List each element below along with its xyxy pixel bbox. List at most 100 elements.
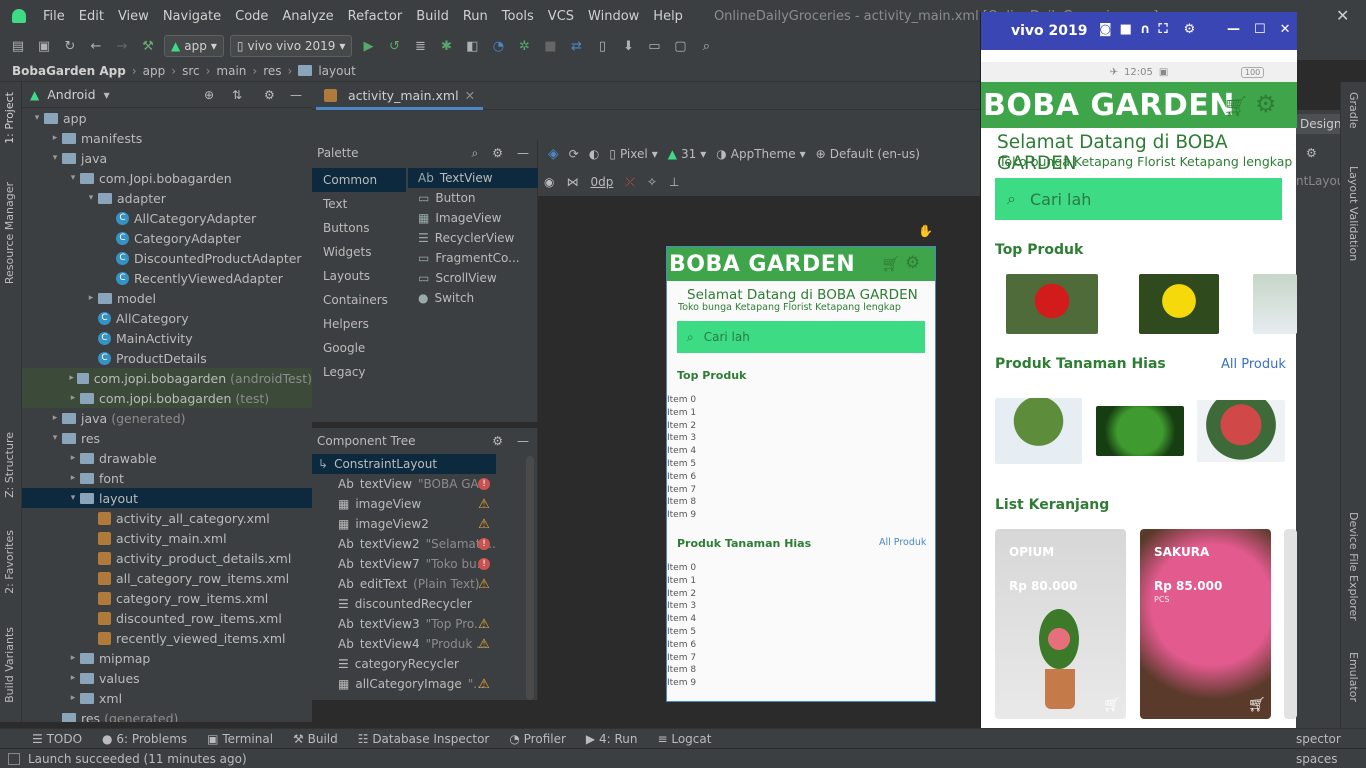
top-product-image[interactable]: [1253, 274, 1297, 334]
component-row[interactable]: Ab textView2 "Selamat ...: [312, 534, 496, 554]
tree-item[interactable]: ▾ java: [22, 148, 312, 168]
tree-item[interactable]: ▸ com.jopi.bobagarden (test): [22, 388, 312, 408]
expand-arrow-icon[interactable]: ▾: [48, 153, 62, 163]
tree-item[interactable]: ▸ xml: [22, 688, 312, 708]
cart-icon[interactable]: 🛒︎: [1223, 94, 1248, 118]
expand-arrow-icon[interactable]: ▾: [30, 113, 44, 123]
breadcrumb-item[interactable]: BobaGarden App: [12, 64, 126, 78]
collapse-all-icon[interactable]: ⇅: [232, 88, 242, 102]
tree-item[interactable]: recently_viewed_items.xml: [22, 628, 312, 648]
gear-icon[interactable]: ⚙: [1306, 146, 1317, 160]
expand-arrow-icon[interactable]: ▾: [84, 193, 98, 203]
error-icon[interactable]: !: [478, 558, 490, 570]
menu-window[interactable]: Window: [581, 9, 646, 24]
add-to-cart-icon[interactable]: 🛒︎: [1248, 697, 1266, 713]
attach-debugger-icon[interactable]: ◧: [462, 36, 482, 56]
palette-item[interactable]: ▭ Button: [408, 188, 538, 208]
layout-inspector-tab[interactable]: spector: [1296, 732, 1341, 746]
layout-inspector-icon[interactable]: ▢: [670, 36, 690, 56]
layout-validation-tab[interactable]: Layout Validation: [1347, 166, 1360, 261]
menu-run[interactable]: Run: [456, 9, 495, 24]
tab-activity-main[interactable]: activity_main.xml ✕: [316, 84, 484, 110]
apply-changes-icon[interactable]: ↺: [384, 36, 404, 56]
close-icon[interactable]: ✕: [465, 88, 475, 103]
component-row[interactable]: ▦ imageView2: [312, 514, 496, 534]
menu-build[interactable]: Build: [409, 9, 456, 24]
tool-database-inspector[interactable]: ☷ Database Inspector: [358, 732, 490, 746]
breadcrumb-item[interactable]: main: [216, 64, 246, 78]
project-tool-tab[interactable]: 1: Project: [3, 92, 16, 144]
orientation-icon[interactable]: ⟳: [569, 147, 579, 161]
palette-category[interactable]: Legacy: [312, 360, 406, 384]
menu-help[interactable]: Help: [646, 9, 690, 24]
warning-icon[interactable]: ⚠: [478, 617, 490, 632]
expand-arrow-icon[interactable]: ▾: [48, 433, 62, 443]
indent-status[interactable]: spaces: [1296, 752, 1337, 766]
camera-icon[interactable]: ◙: [1099, 22, 1112, 37]
tree-item[interactable]: C CategoryAdapter: [22, 228, 312, 248]
locate-icon[interactable]: ⊕: [204, 88, 214, 102]
align-icon[interactable]: ⊥: [669, 175, 679, 189]
eye-icon[interactable]: ◉: [544, 175, 554, 189]
expand-arrow-icon[interactable]: ▸: [66, 393, 80, 403]
error-icon[interactable]: !: [478, 478, 490, 490]
tree-item[interactable]: ▸ manifests: [22, 128, 312, 148]
tree-item[interactable]: all_category_row_items.xml: [22, 568, 312, 588]
back-icon[interactable]: ←: [86, 36, 106, 56]
expand-arrow-icon[interactable]: ▸: [48, 413, 62, 423]
menu-code[interactable]: Code: [228, 9, 275, 24]
sdk-manager-icon[interactable]: ⬇: [618, 36, 638, 56]
tree-item[interactable]: C AllCategory: [22, 308, 312, 328]
layers-icon[interactable]: ◈: [548, 146, 559, 162]
tree-item[interactable]: ▸ java (generated): [22, 408, 312, 428]
hias-product-image[interactable]: [995, 398, 1082, 464]
cart-item-card[interactable]: OPIUM Rp 80.000 🛒︎: [995, 529, 1126, 719]
device-file-explorer-tab[interactable]: Device File Explorer: [1347, 512, 1360, 621]
palette-category[interactable]: Common: [312, 168, 406, 192]
tree-item[interactable]: category_row_items.xml: [22, 588, 312, 608]
component-row[interactable]: Ab editText (Plain Text): [312, 574, 496, 594]
minimize-icon[interactable]: —: [1227, 22, 1240, 37]
breadcrumb-item[interactable]: src: [182, 64, 200, 78]
structure-tab[interactable]: Z: Structure: [3, 432, 16, 498]
component-row[interactable]: Ab textView7 "Toko bu...: [312, 554, 496, 574]
cart-item-card[interactable]: SAKURA Rp 85.000 PCS 🛒︎: [1140, 529, 1271, 719]
expand-arrow-icon[interactable]: ▾: [66, 173, 80, 183]
project-view-select[interactable]: Android: [47, 87, 95, 102]
expand-arrow-icon[interactable]: ▸: [66, 373, 77, 383]
hias-product-image[interactable]: [1096, 406, 1184, 456]
palette-category[interactable]: Buttons: [312, 216, 406, 240]
gear-icon[interactable]: ⚙: [492, 146, 503, 161]
tree-item[interactable]: ▸ model: [22, 288, 312, 308]
menu-navigate[interactable]: Navigate: [156, 9, 228, 24]
breadcrumb-item[interactable]: app: [143, 64, 166, 78]
open-folder-icon[interactable]: ▤: [8, 36, 28, 56]
component-row[interactable]: Ab textView3 "Top Pro...: [312, 614, 496, 634]
component-row[interactable]: ▦ imageView: [312, 494, 496, 514]
profile-icon[interactable]: ◔: [488, 36, 508, 56]
component-root[interactable]: ↳ ConstraintLayout: [312, 454, 496, 474]
theme-select[interactable]: ◑ AppTheme ▾: [716, 147, 805, 161]
search-icon[interactable]: ⌕: [696, 36, 716, 56]
palette-item[interactable]: ▭ FragmentCo...: [408, 248, 538, 268]
tree-item[interactable]: C RecentlyViewedAdapter: [22, 268, 312, 288]
sync-icon[interactable]: ↻: [60, 36, 80, 56]
tree-item[interactable]: C DiscountedProductAdapter: [22, 248, 312, 268]
make-hammer-icon[interactable]: ⚒: [138, 36, 158, 56]
gear-icon[interactable]: ⚙: [1184, 22, 1196, 37]
all-produk-link[interactable]: All Produk: [1221, 357, 1286, 372]
avd-manager-icon[interactable]: ▯: [592, 36, 612, 56]
tree-item[interactable]: C MainActivity: [22, 328, 312, 348]
tree-item[interactable]: discounted_row_items.xml: [22, 608, 312, 628]
expand-arrow-icon[interactable]: ▾: [66, 493, 80, 503]
tree-item[interactable]: ▾ com.Jopi.bobagarden: [22, 168, 312, 188]
menu-view[interactable]: View: [111, 9, 156, 24]
locale-select[interactable]: ⊕ Default (en-us): [816, 147, 920, 161]
autoconnect-icon[interactable]: ⋈: [566, 175, 578, 189]
gradle-sync-icon[interactable]: ⇄: [566, 36, 586, 56]
window-close-icon[interactable]: ✕: [1336, 6, 1349, 25]
tool-terminal[interactable]: ▣ Terminal: [207, 732, 273, 746]
error-icon[interactable]: !: [478, 538, 490, 550]
expand-arrow-icon[interactable]: ▸: [66, 453, 80, 463]
tree-item[interactable]: ▸ mipmap: [22, 648, 312, 668]
